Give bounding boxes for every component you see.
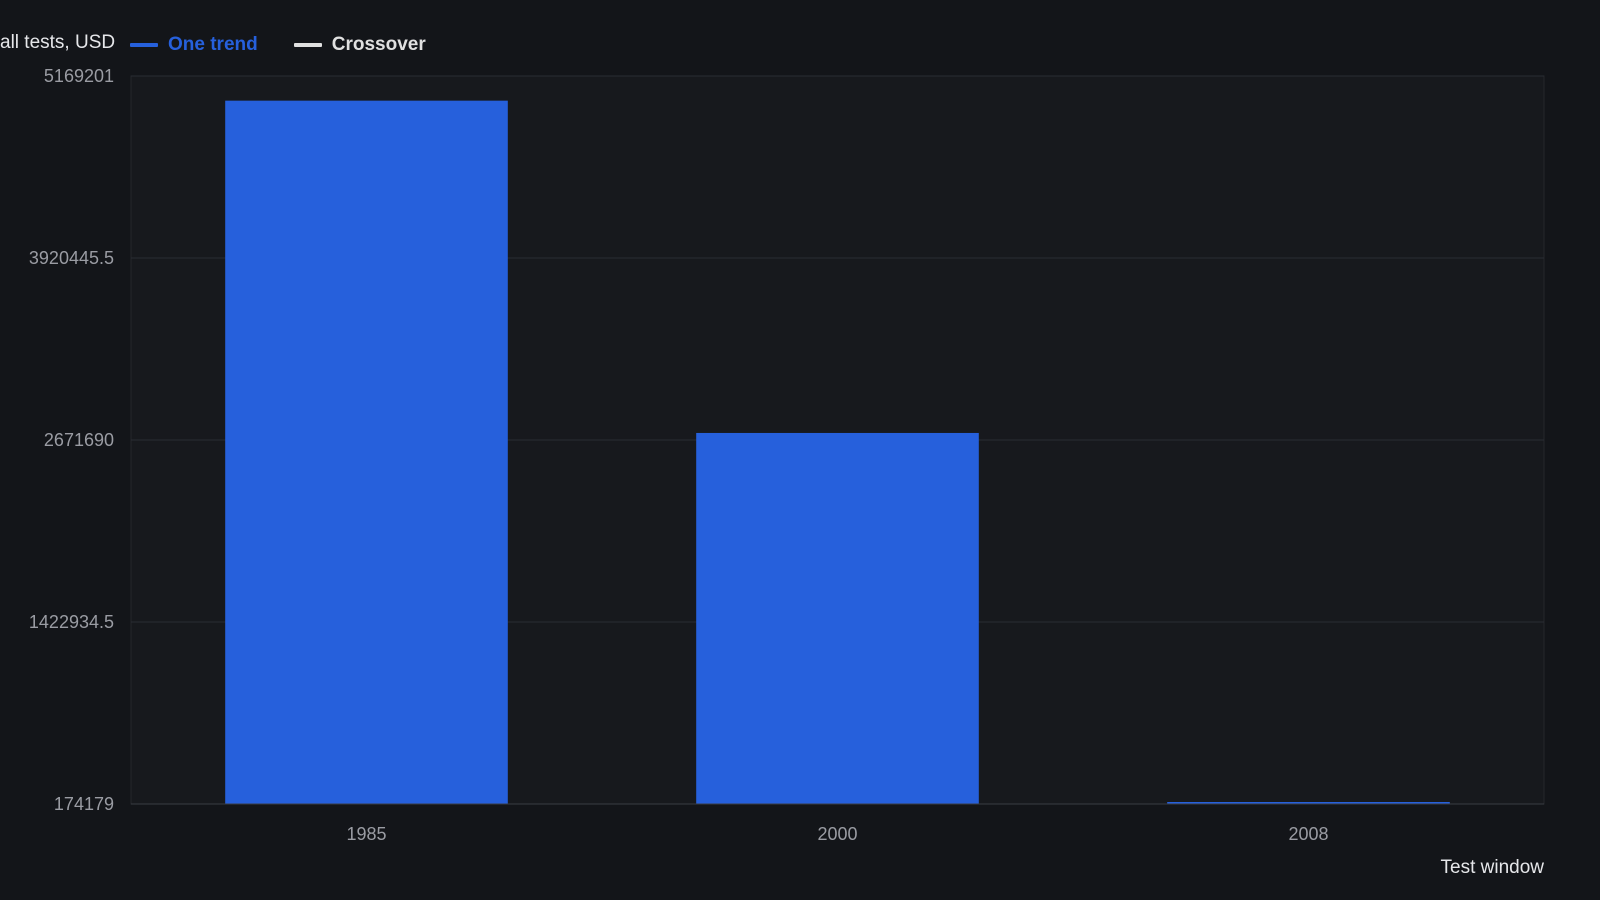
x-tick-label: 1985 bbox=[346, 824, 386, 844]
y-tick-label: 1422934.5 bbox=[29, 612, 114, 632]
x-tick-label: 2000 bbox=[817, 824, 857, 844]
chart-root: all tests, USD One trend Crossover 17417… bbox=[0, 0, 1600, 900]
y-tick-label: 3920445.5 bbox=[29, 248, 114, 268]
x-axis-label: Test window bbox=[1440, 857, 1545, 878]
y-tick-label: 2671690 bbox=[44, 430, 114, 450]
y-tick-label: 174179 bbox=[54, 794, 114, 814]
plot-area: 174179 1422934.5 2671690 3920445.5 5169201 19… bbox=[29, 66, 1545, 844]
bar bbox=[696, 432, 979, 804]
x-tick-label: 2008 bbox=[1288, 824, 1328, 844]
y-tick-label: 5169201 bbox=[44, 66, 114, 86]
bar bbox=[225, 100, 508, 804]
